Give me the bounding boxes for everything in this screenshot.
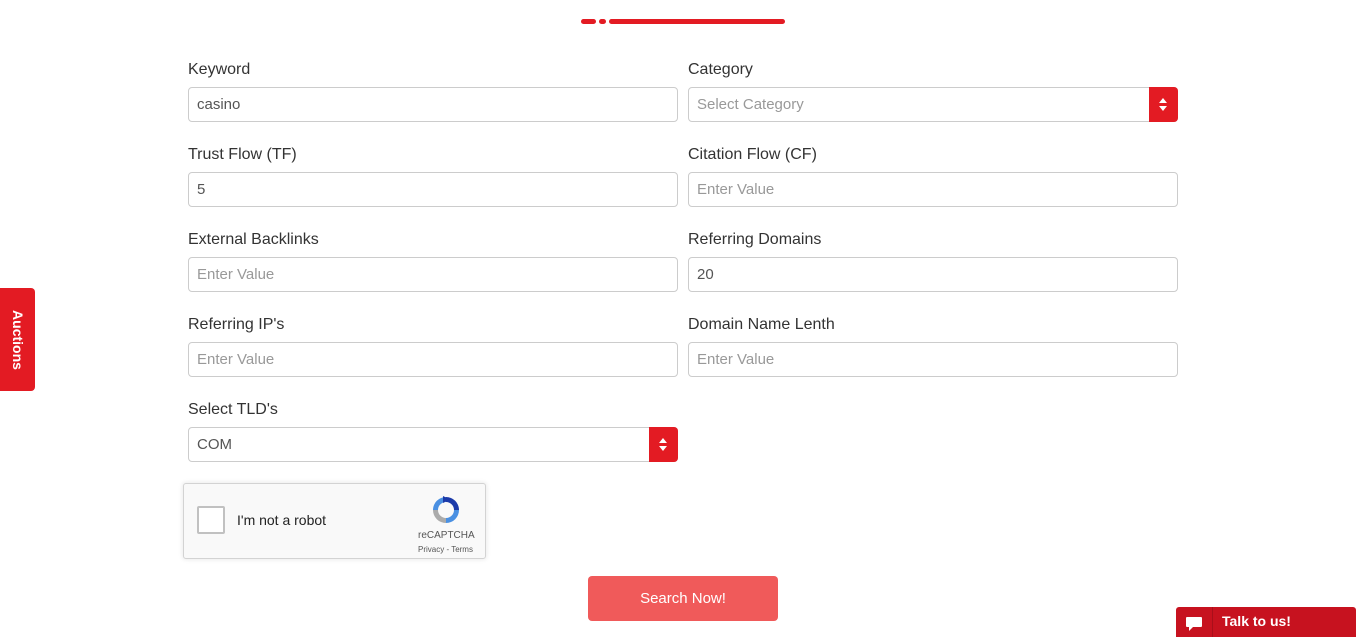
recaptcha-checkbox[interactable]	[197, 506, 225, 534]
external-backlinks-input[interactable]: Enter Value	[188, 257, 678, 292]
keyword-input[interactable]: casino	[188, 87, 678, 122]
tld-select[interactable]: COM	[188, 427, 678, 462]
select-arrows-icon[interactable]	[649, 427, 678, 462]
referring-ips-input[interactable]: Enter Value	[188, 342, 678, 377]
category-placeholder: Select Category	[697, 96, 804, 113]
keyword-field-group: Keyword casino	[188, 60, 678, 122]
category-select[interactable]: Select Category	[688, 87, 1178, 122]
category-field-group: Category Select Category	[688, 60, 1178, 122]
citation-flow-input[interactable]: Enter Value	[688, 172, 1178, 207]
chat-widget[interactable]: Talk to us!	[1176, 607, 1356, 637]
recaptcha-brand: reCAPTCHA	[418, 530, 475, 541]
recaptcha-logo-icon	[433, 496, 459, 523]
trust-flow-field-group: Trust Flow (TF) 5	[188, 145, 678, 207]
domain-name-length-label: Domain Name Lenth	[688, 316, 835, 333]
referring-domains-field-group: Referring Domains 20	[688, 230, 1178, 292]
search-now-button[interactable]: Search Now!	[588, 576, 778, 621]
recaptcha-privacy-terms[interactable]: Privacy - Terms	[418, 545, 473, 554]
recaptcha-widget: I'm not a robot reCAPTCHA Privacy - Term…	[183, 483, 486, 559]
chat-separator	[1212, 607, 1213, 637]
divider-segment	[581, 19, 596, 24]
referring-domains-label: Referring Domains	[688, 231, 822, 248]
citation-flow-label: Citation Flow (CF)	[688, 146, 817, 163]
chat-label: Talk to us!	[1222, 613, 1291, 629]
tld-label: Select TLD's	[188, 401, 278, 418]
external-backlinks-label: External Backlinks	[188, 231, 319, 248]
external-backlinks-field-group: External Backlinks Enter Value	[188, 230, 678, 292]
referring-ips-field-group: Referring IP's Enter Value	[188, 315, 678, 377]
recaptcha-label: I'm not a robot	[237, 512, 327, 528]
trust-flow-label: Trust Flow (TF)	[188, 146, 297, 163]
citation-flow-field-group: Citation Flow (CF) Enter Value	[688, 145, 1178, 207]
keyword-label: Keyword	[188, 61, 251, 78]
divider-segment	[599, 19, 606, 24]
referring-ips-label: Referring IP's	[188, 316, 285, 333]
tld-field-group: Select TLD's COM	[188, 400, 678, 462]
divider-segment	[609, 19, 785, 24]
referring-domains-input[interactable]: 20	[688, 257, 1178, 292]
domain-name-length-field-group: Domain Name Lenth Enter Value	[688, 315, 1178, 377]
auctions-side-tab[interactable]: Auctions	[0, 288, 35, 391]
select-arrows-icon[interactable]	[1149, 87, 1178, 122]
domain-name-length-input[interactable]: Enter Value	[688, 342, 1178, 377]
category-label: Category	[688, 61, 753, 78]
auctions-tab-label: Auctions	[9, 309, 26, 370]
tld-value: COM	[197, 436, 232, 453]
chat-bubble-icon	[1186, 617, 1202, 631]
trust-flow-input[interactable]: 5	[188, 172, 678, 207]
